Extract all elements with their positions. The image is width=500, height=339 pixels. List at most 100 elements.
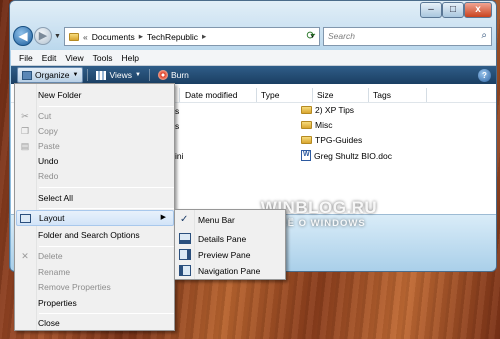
- close-button[interactable]: x: [464, 2, 492, 18]
- back-arrow-icon: ◀: [18, 29, 28, 43]
- help-icon[interactable]: ?: [478, 68, 491, 82]
- minimize-button[interactable]: –: [420, 2, 442, 18]
- submenu-item-preview-pane[interactable]: Preview Pane: [176, 247, 285, 263]
- views-label: Views: [109, 70, 132, 80]
- column-tags[interactable]: Tags: [373, 90, 391, 100]
- list-item[interactable]: Misc: [301, 120, 332, 130]
- column-type[interactable]: Type: [261, 90, 279, 100]
- menu-item-label: Undo: [38, 156, 59, 166]
- menu-item-label: Preview Pane: [198, 250, 251, 260]
- menu-item-layout[interactable]: Layout ▶: [16, 210, 174, 226]
- menu-item-close[interactable]: Close: [16, 315, 174, 331]
- breadcrumb-separator-icon[interactable]: ▸: [139, 31, 143, 42]
- menu-item-folder-search-options[interactable]: Folder and Search Options: [16, 227, 174, 243]
- list-item-name-fragment[interactable]: s: [175, 106, 179, 116]
- menu-item-remove-properties[interactable]: Remove Properties: [16, 279, 174, 295]
- address-bar[interactable]: « Documents ▸ TechRepublic ▸ ▼: [64, 27, 320, 46]
- menu-item-copy[interactable]: ❐ Copy: [16, 123, 174, 139]
- menu-item-label: Select All: [38, 193, 73, 203]
- breadcrumb-separator-icon[interactable]: ▸: [202, 31, 206, 42]
- menu-item-paste[interactable]: ▤ Paste: [16, 138, 174, 154]
- details-pane-icon: [179, 233, 191, 244]
- list-item-label: TPG-Guides: [315, 135, 363, 145]
- list-item[interactable]: 2) XP Tips: [301, 105, 354, 115]
- menu-item-rename[interactable]: Rename: [16, 264, 174, 280]
- copy-icon: ❐: [20, 126, 30, 136]
- list-item[interactable]: TPG-Guides: [301, 135, 362, 145]
- search-placeholder: Search: [328, 31, 355, 41]
- views-icon: [96, 70, 107, 80]
- search-input[interactable]: Search ⌕: [323, 27, 492, 46]
- paste-icon: ▤: [20, 141, 30, 151]
- column-divider[interactable]: [256, 88, 257, 102]
- breadcrumb-techrepublic[interactable]: TechRepublic: [147, 32, 198, 42]
- column-divider[interactable]: [426, 88, 427, 102]
- search-icon[interactable]: ⌕: [481, 30, 487, 41]
- submenu-arrow-icon: ▶: [160, 214, 166, 221]
- word-document-icon: [301, 150, 311, 161]
- menu-item-label: Close: [38, 318, 60, 328]
- organize-label: Organize: [35, 70, 70, 80]
- refresh-button[interactable]: ⟳: [302, 29, 320, 44]
- menu-item-label: Details Pane: [198, 234, 247, 244]
- chevron-down-icon: ▼: [72, 72, 79, 78]
- menu-view[interactable]: View: [65, 53, 83, 63]
- recent-pages-dropdown[interactable]: ▼: [54, 33, 61, 40]
- list-item-label: 2) XP Tips: [315, 105, 355, 115]
- column-divider[interactable]: [312, 88, 313, 102]
- menu-item-label: Properties: [38, 298, 77, 308]
- menu-item-label: Folder and Search Options: [38, 230, 140, 240]
- list-item-name-fragment[interactable]: s: [175, 121, 179, 131]
- menu-separator: [39, 106, 174, 107]
- burn-disc-icon: [157, 70, 168, 80]
- menu-item-undo[interactable]: Undo: [16, 153, 174, 169]
- organize-button[interactable]: Organize ▼: [17, 67, 84, 83]
- menu-separator: [39, 313, 174, 314]
- views-button[interactable]: Views ▼: [92, 67, 144, 83]
- column-divider[interactable]: [368, 88, 369, 102]
- submenu-item-menu-bar[interactable]: ✓ Menu Bar: [176, 212, 285, 228]
- menu-item-label: Navigation Pane: [198, 266, 261, 276]
- list-item-label: Greg Shultz BIO.doc: [314, 150, 392, 161]
- maximize-button[interactable]: □: [442, 2, 464, 18]
- menu-tools[interactable]: Tools: [93, 53, 113, 63]
- menu-file[interactable]: File: [19, 53, 33, 63]
- submenu-item-details-pane[interactable]: Details Pane: [176, 231, 285, 247]
- menu-item-new-folder[interactable]: New Folder: [16, 87, 174, 103]
- column-size[interactable]: Size: [317, 90, 334, 100]
- layout-icon: [20, 214, 31, 223]
- menu-item-redo[interactable]: Redo: [16, 168, 174, 184]
- breadcrumb-documents[interactable]: Documents: [92, 32, 135, 42]
- command-bar: Organize ▼ Views ▼ Burn ?: [11, 66, 496, 84]
- menu-item-label: Copy: [38, 126, 58, 136]
- list-item-label: Misc: [315, 120, 333, 130]
- chevron-down-icon: ▼: [134, 72, 141, 78]
- address-overflow-chevron[interactable]: «: [83, 32, 88, 42]
- menu-item-properties[interactable]: Properties: [16, 295, 174, 311]
- forward-arrow-icon: ▶: [38, 30, 48, 42]
- menu-item-delete[interactable]: ✕ Delete: [16, 248, 174, 264]
- list-item-name-fragment[interactable]: ini: [175, 151, 184, 161]
- menu-separator: [39, 208, 174, 209]
- menu-item-label: Rename: [38, 267, 71, 277]
- checkmark-icon: ✓: [180, 214, 189, 225]
- command-separator: [87, 69, 89, 81]
- menu-item-select-all[interactable]: Select All: [16, 190, 174, 206]
- submenu-item-navigation-pane[interactable]: Navigation Pane: [176, 263, 285, 279]
- command-separator: [148, 69, 150, 81]
- menu-separator: [39, 246, 174, 247]
- navigation-pane-icon: [179, 265, 191, 276]
- menu-edit[interactable]: Edit: [42, 53, 57, 63]
- list-item[interactable]: Greg Shultz BIO.doc: [301, 150, 392, 161]
- menu-help[interactable]: Help: [121, 53, 138, 63]
- menu-item-label: Remove Properties: [38, 282, 111, 292]
- organize-menu: New Folder ✂ Cut ❐ Copy ▤ Paste Undo Redo S…: [14, 83, 175, 331]
- column-date-modified[interactable]: Date modified: [185, 90, 237, 100]
- menu-bar: File Edit View Tools Help: [11, 50, 496, 66]
- menu-item-cut[interactable]: ✂ Cut: [16, 108, 174, 124]
- burn-button[interactable]: Burn: [154, 67, 193, 83]
- back-button[interactable]: ◀: [13, 26, 33, 46]
- menu-item-label: Paste: [38, 141, 60, 151]
- column-divider[interactable]: [179, 88, 180, 102]
- forward-button[interactable]: ▶: [34, 27, 52, 45]
